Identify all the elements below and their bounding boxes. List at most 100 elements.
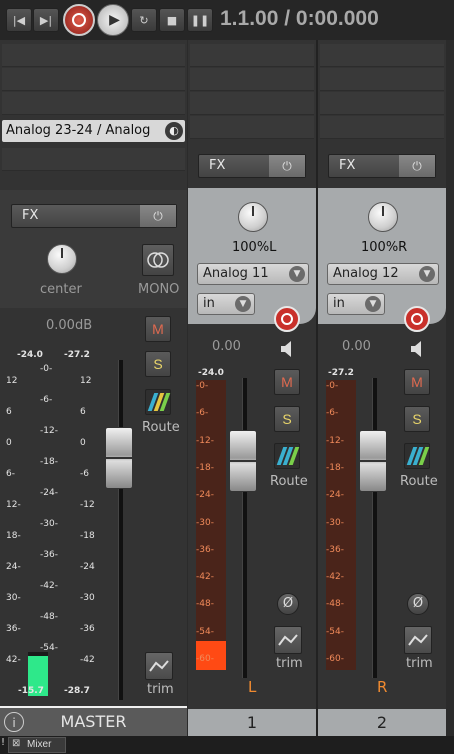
master-trim-button[interactable] bbox=[145, 652, 173, 680]
track2-input-select[interactable]: Analog 12 ▼ bbox=[327, 263, 439, 285]
track2-input-value: Analog 12 bbox=[333, 266, 399, 281]
meter-scale-label: -12- bbox=[196, 435, 214, 446]
track2-phase-button[interactable]: Ø bbox=[407, 593, 429, 615]
fx-slot[interactable] bbox=[320, 116, 444, 139]
track1-route-button[interactable] bbox=[274, 443, 300, 469]
track1-pan-knob[interactable] bbox=[238, 202, 268, 232]
record-icon bbox=[72, 13, 86, 27]
pause-button[interactable]: ❚❚ bbox=[187, 8, 213, 32]
master-solo-button[interactable]: S bbox=[145, 351, 171, 377]
meter-scale-label: -48- bbox=[326, 599, 344, 610]
track2-trim-button[interactable] bbox=[404, 626, 432, 654]
meter-scale-label: 12 bbox=[80, 376, 92, 386]
track2-mute-button[interactable]: M bbox=[404, 369, 430, 395]
track2-peak: -27.2 bbox=[328, 368, 354, 378]
meter-scale-label: -30- bbox=[196, 517, 214, 528]
fx-slot[interactable] bbox=[190, 68, 314, 91]
power-icon[interactable]: ⏻ bbox=[269, 155, 305, 177]
meter-scale-label: 42- bbox=[6, 655, 21, 665]
track1-input-value: Analog 11 bbox=[203, 266, 269, 281]
stop-icon: ■ bbox=[166, 13, 178, 27]
master-fader[interactable] bbox=[105, 427, 133, 489]
meter-scale-label: -36- bbox=[40, 550, 58, 560]
tab-mixer[interactable]: ⊠ Mixer bbox=[8, 737, 66, 753]
speaker-icon[interactable] bbox=[280, 340, 296, 358]
play-button[interactable]: ▶ bbox=[97, 4, 129, 36]
repeat-icon: ↻ bbox=[139, 13, 149, 27]
track1-solo-button[interactable]: S bbox=[274, 406, 300, 432]
meter-scale-label: -12- bbox=[326, 435, 344, 446]
master-route-button[interactable] bbox=[145, 389, 171, 415]
fx-slot[interactable] bbox=[320, 44, 444, 67]
track2-solo-button[interactable]: S bbox=[404, 406, 430, 432]
track2-fx-button[interactable]: FX ⏻ bbox=[328, 154, 436, 178]
record-button[interactable] bbox=[63, 4, 95, 36]
track1-trim-button[interactable] bbox=[274, 626, 302, 654]
mono-button[interactable] bbox=[142, 244, 174, 276]
repeat-button[interactable]: ↻ bbox=[131, 8, 157, 32]
meter-scale-label: -54- bbox=[326, 626, 344, 637]
track2-volume-readout: 0.00 bbox=[342, 339, 371, 354]
meter-scale-label: -24 bbox=[80, 562, 95, 572]
meter-scale-label: -24- bbox=[326, 490, 344, 501]
master-fx-button[interactable]: FX ⏻ bbox=[11, 204, 177, 228]
chevron-down-icon: ▼ bbox=[419, 266, 435, 282]
track1-input-select[interactable]: Analog 11 ▼ bbox=[197, 263, 309, 285]
skip-forward-icon: ▶| bbox=[39, 13, 53, 27]
speaker-icon[interactable] bbox=[410, 340, 426, 358]
power-icon[interactable]: ⏻ bbox=[140, 205, 176, 227]
fx-slot[interactable] bbox=[190, 116, 314, 139]
track1-phase-button[interactable]: Ø bbox=[277, 593, 299, 615]
meter-scale-label: -6- bbox=[40, 395, 53, 405]
strip-divider bbox=[316, 40, 318, 736]
peak-left: -24.0 bbox=[17, 350, 43, 360]
input-arm-icon[interactable]: ◐ bbox=[165, 122, 183, 140]
fx-slot[interactable] bbox=[2, 92, 185, 115]
skip-forward-button[interactable]: ▶| bbox=[33, 8, 59, 32]
pause-icon: ❚❚ bbox=[190, 13, 210, 27]
meter-scale-label: -6- bbox=[196, 408, 209, 419]
meter-scale-label: -18 bbox=[80, 531, 95, 541]
track2-route-button[interactable] bbox=[404, 443, 430, 469]
fx-slot[interactable] bbox=[2, 68, 185, 91]
close-icon[interactable]: ⊠ bbox=[12, 738, 20, 749]
stop-button[interactable]: ■ bbox=[159, 8, 185, 32]
fx-slot[interactable] bbox=[190, 44, 314, 67]
track2-record-arm-button[interactable] bbox=[404, 306, 430, 332]
track1-monitor-select[interactable]: in ▼ bbox=[197, 293, 255, 315]
meter-scale-label: -60- bbox=[326, 654, 344, 664]
meter-scale-label: -60- bbox=[196, 654, 214, 664]
track1-volume-readout: 0.00 bbox=[212, 339, 241, 354]
fx-slot[interactable] bbox=[190, 92, 314, 115]
track1-mute-button[interactable]: M bbox=[274, 369, 300, 395]
track1-record-arm-button[interactable] bbox=[274, 306, 300, 332]
track1-peak: -24.0 bbox=[198, 368, 224, 378]
track1-number[interactable]: 1 bbox=[188, 709, 316, 737]
track1-fader[interactable] bbox=[229, 430, 257, 492]
chevron-down-icon: ▼ bbox=[235, 296, 251, 312]
meter-scale-label: -30 bbox=[80, 593, 95, 603]
fx-slot[interactable] bbox=[320, 92, 444, 115]
skip-back-button[interactable]: |◀ bbox=[6, 8, 32, 32]
power-icon[interactable]: ⏻ bbox=[399, 155, 435, 177]
meter-scale-label: 6 bbox=[80, 407, 86, 417]
meter-scale-label: -24- bbox=[196, 490, 214, 501]
fx-slot[interactable] bbox=[2, 148, 185, 171]
track2-fader[interactable] bbox=[359, 430, 387, 492]
track2-pan-knob[interactable] bbox=[368, 202, 398, 232]
track1-fader-track bbox=[242, 378, 247, 678]
master-input-field[interactable]: Analog 23-24 / Analog ◐ bbox=[2, 120, 185, 142]
track2-number[interactable]: 2 bbox=[318, 709, 446, 737]
track-strip-1: FX ⏻ 100%L Analog 11 ▼ in ▼ 0.00 -24.0 -… bbox=[188, 40, 316, 737]
master-mute-button[interactable]: M bbox=[145, 316, 171, 342]
master-pan-knob[interactable] bbox=[47, 244, 77, 274]
record-arm-icon bbox=[411, 313, 423, 325]
fx-slot[interactable] bbox=[2, 44, 185, 67]
master-pan-label: center bbox=[40, 282, 82, 297]
track1-fx-button[interactable]: FX ⏻ bbox=[198, 154, 306, 178]
track2-monitor-select[interactable]: in ▼ bbox=[327, 293, 385, 315]
meter-scale-label: -30- bbox=[40, 519, 58, 529]
mono-icon bbox=[147, 252, 169, 268]
trim-icon bbox=[278, 634, 298, 646]
fx-slot[interactable] bbox=[320, 68, 444, 91]
